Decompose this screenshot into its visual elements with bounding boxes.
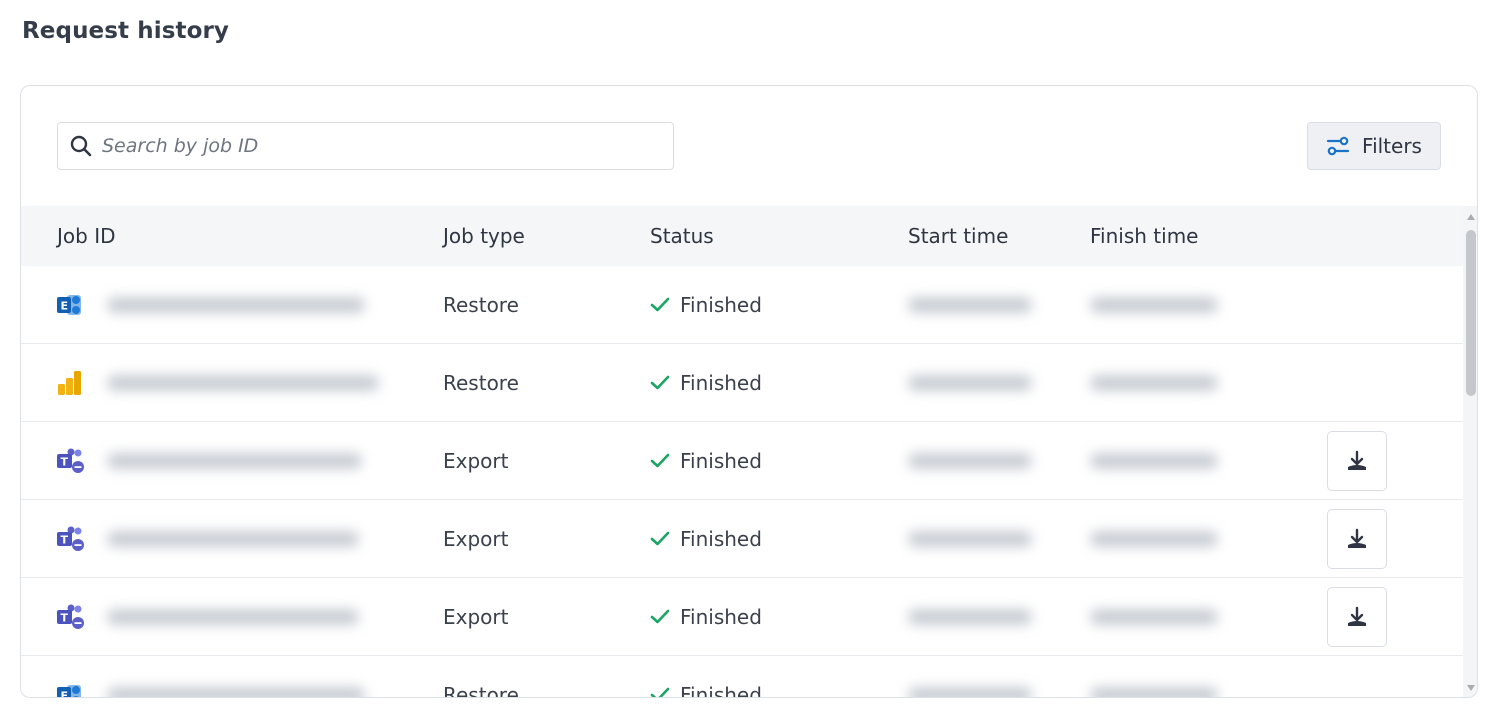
download-icon: [1348, 450, 1366, 470]
request-history-card: Filters Job ID Job type Status Start tim…: [20, 85, 1478, 698]
job-id-value: [107, 578, 359, 656]
table-row[interactable]: T Export Finished: [21, 500, 1463, 578]
status-value: Finished: [650, 656, 762, 698]
search-input[interactable]: [102, 135, 642, 157]
checkmark-icon: [650, 297, 670, 312]
table-row[interactable]: E Restore Finished: [21, 266, 1463, 344]
checkmark-icon: [650, 453, 670, 468]
table-row[interactable]: Restore Finished: [21, 344, 1463, 422]
column-header-job-id[interactable]: Job ID: [57, 206, 116, 266]
job-type-value: Restore: [443, 293, 519, 317]
status-value: Finished: [650, 266, 762, 344]
checkmark-icon: [650, 687, 670, 697]
job-type-value: Restore: [443, 683, 519, 698]
svg-text:T: T: [61, 534, 69, 547]
download-icon: [1348, 528, 1366, 548]
table-row[interactable]: E Restore Finished: [21, 656, 1463, 699]
table-header: Job ID Job type Status Start time Finish…: [21, 206, 1463, 266]
job-id-value: [107, 500, 359, 578]
job-type-value: Restore: [443, 371, 519, 395]
scroll-down-arrow-icon[interactable]: [1466, 683, 1476, 693]
table-scrollbar[interactable]: [1463, 206, 1477, 697]
start-time-value: [908, 656, 1032, 697]
status-label: Finished: [680, 683, 762, 698]
download-button[interactable]: [1327, 509, 1387, 569]
column-header-job-type[interactable]: Job type: [443, 206, 525, 266]
status-label: Finished: [680, 605, 762, 629]
table-row[interactable]: T Export Finished: [21, 578, 1463, 656]
start-time-value: [908, 422, 1032, 500]
finish-time-value: [1090, 656, 1218, 697]
finish-time-value: [1090, 500, 1218, 578]
filters-label: Filters: [1362, 134, 1422, 158]
finish-time-value: [1090, 422, 1218, 500]
status-value: Finished: [650, 344, 762, 422]
filters-icon: [1326, 136, 1350, 156]
filters-button[interactable]: Filters: [1307, 122, 1441, 170]
search-box[interactable]: [57, 122, 674, 170]
svg-text:E: E: [61, 690, 69, 699]
download-button[interactable]: [1327, 431, 1387, 491]
status-label: Finished: [680, 527, 762, 551]
start-time-value: [908, 266, 1032, 344]
download-icon: [1348, 606, 1366, 626]
finish-time-value: [1090, 266, 1218, 344]
status-value: Finished: [650, 578, 762, 656]
power-bi-icon: [57, 344, 83, 422]
status-label: Finished: [680, 371, 762, 395]
page-title: Request history: [22, 18, 230, 44]
status-label: Finished: [680, 449, 762, 473]
start-time-value: [908, 578, 1032, 656]
status-label: Finished: [680, 293, 762, 317]
column-header-start-time[interactable]: Start time: [908, 206, 1008, 266]
jobs-table: Job ID Job type Status Start time Finish…: [21, 206, 1463, 699]
search-icon: [70, 135, 92, 157]
teams-icon: T: [57, 500, 85, 578]
status-value: Finished: [650, 500, 762, 578]
exchange-icon: E: [57, 266, 83, 344]
scroll-up-arrow-icon[interactable]: [1466, 212, 1476, 222]
start-time-value: [908, 344, 1032, 422]
finish-time-value: [1090, 344, 1218, 422]
job-type-value: Export: [443, 449, 509, 473]
column-header-finish-time[interactable]: Finish time: [1090, 206, 1198, 266]
svg-text:E: E: [61, 300, 69, 313]
checkmark-icon: [650, 609, 670, 624]
job-id-value: [107, 266, 365, 344]
table-row[interactable]: T Export Finished: [21, 422, 1463, 500]
teams-icon: T: [57, 578, 85, 656]
job-id-value: [107, 422, 362, 500]
checkmark-icon: [650, 375, 670, 390]
download-button[interactable]: [1327, 587, 1387, 647]
finish-time-value: [1090, 578, 1218, 656]
exchange-icon: E: [57, 656, 83, 699]
scrollbar-thumb[interactable]: [1466, 230, 1476, 396]
teams-icon: T: [57, 422, 85, 500]
job-type-value: Export: [443, 527, 509, 551]
column-header-status[interactable]: Status: [650, 206, 714, 266]
start-time-value: [908, 500, 1032, 578]
status-value: Finished: [650, 422, 762, 500]
svg-text:T: T: [61, 612, 69, 625]
job-type-value: Export: [443, 605, 509, 629]
svg-text:T: T: [61, 456, 69, 469]
checkmark-icon: [650, 531, 670, 546]
job-id-value: [107, 344, 379, 422]
job-id-value: [107, 656, 365, 697]
